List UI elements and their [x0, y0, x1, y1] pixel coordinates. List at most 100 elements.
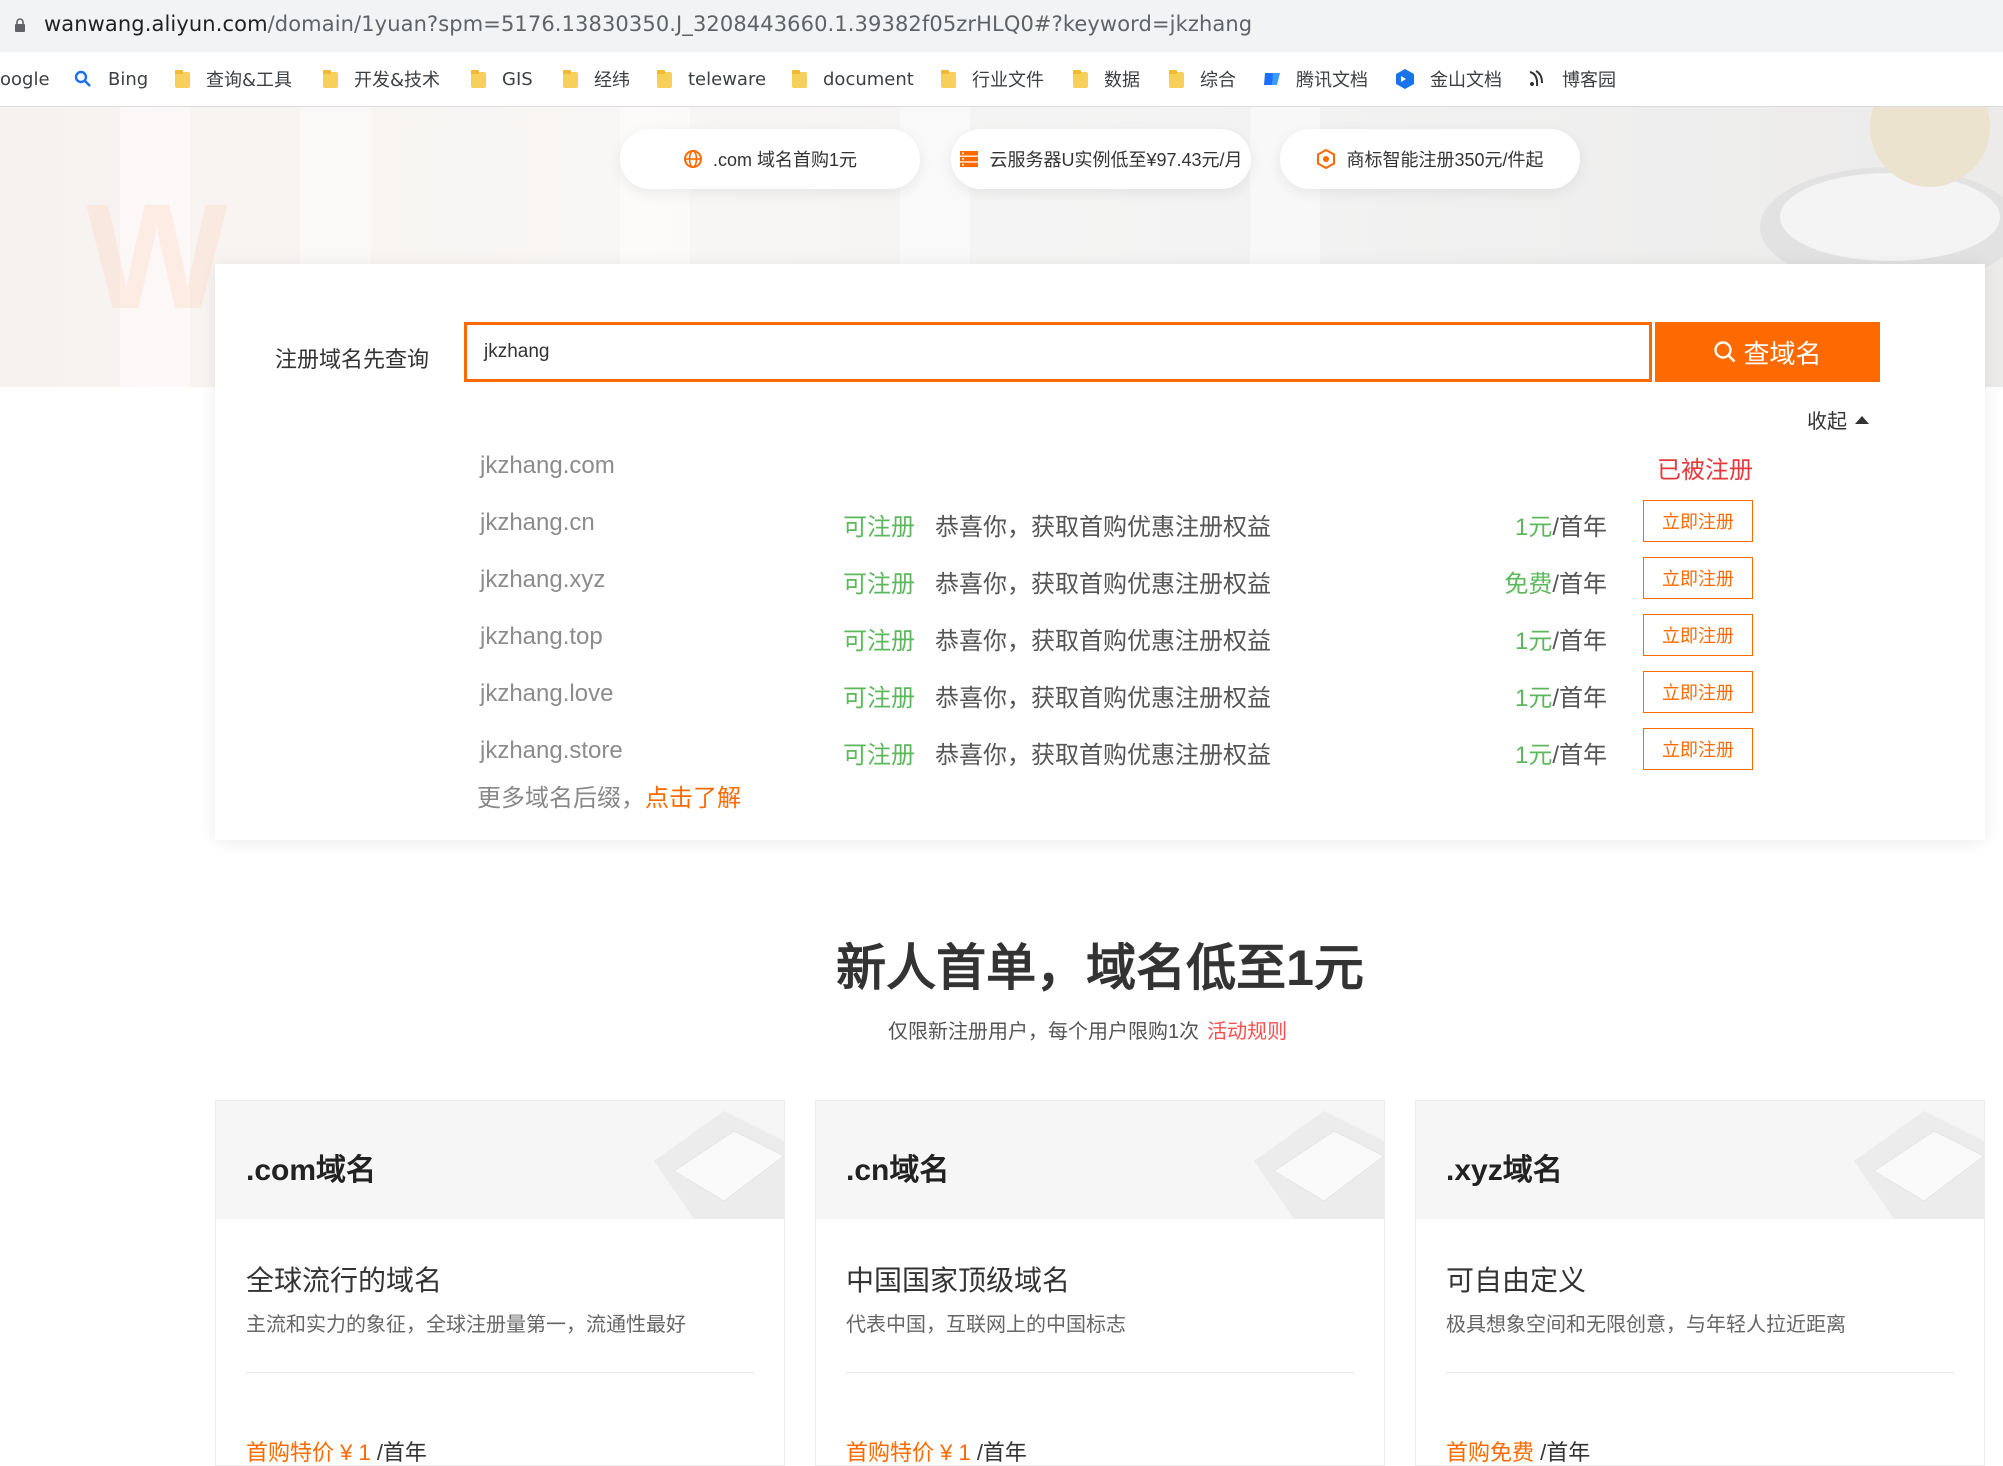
- result-available-status: 可注册: [843, 514, 915, 541]
- result-domain: jkzhang.top: [480, 623, 603, 650]
- bookmark-folder-document[interactable]: document: [791, 52, 914, 106]
- promo-cloud-server[interactable]: 云服务器U实例低至¥97.43元/月: [951, 129, 1251, 189]
- result-row: jkzhang.cn 可注册 恭喜你，获取首购优惠注册权益 1元/首年 立即注册: [215, 495, 1985, 551]
- result-domain: jkzhang.love: [480, 680, 614, 707]
- bookmark-cnblogs[interactable]: 博客园: [1526, 52, 1616, 106]
- bookmarks-bar: oogle Bing 查询&工具 开发&技术 GIS 经纬 teleware d…: [0, 52, 2003, 107]
- bookmark-kingsoft-docs[interactable]: 金山文档: [1394, 52, 1502, 106]
- result-price: 1元/首年: [1514, 628, 1607, 655]
- card-header: .cn域名: [816, 1101, 1384, 1219]
- result-available-status: 可注册: [843, 685, 915, 712]
- card-name: 可自由定义: [1446, 1265, 1587, 1296]
- folder-icon: [791, 69, 809, 89]
- card-price: 首购特价 ¥ 1 /首年: [246, 1440, 427, 1465]
- url-text[interactable]: wanwang.aliyun.com/domain/1yuan?spm=5176…: [44, 12, 1252, 36]
- folder-icon: [174, 69, 192, 89]
- cnblogs-icon: [1529, 70, 1543, 87]
- hero-watermark: W: [86, 172, 228, 340]
- lock-icon: [15, 18, 25, 32]
- card-divider: [1446, 1372, 1954, 1373]
- register-now-button[interactable]: 立即注册: [1643, 500, 1753, 542]
- result-row: jkzhang.store 可注册 恭喜你，获取首购优惠注册权益 1元/首年 立…: [215, 723, 1985, 779]
- card-description: 主流和实力的象征，全球注册量第一，流通性最好: [246, 1314, 686, 1336]
- caret-up-icon: [1855, 415, 1869, 424]
- result-message: 恭喜你，获取首购优惠注册权益: [935, 742, 1271, 769]
- folder-icon: [470, 69, 488, 89]
- globe-icon: [683, 150, 702, 168]
- result-domain: jkzhang.cn: [480, 509, 595, 536]
- result-price: 1元/首年: [1514, 685, 1607, 712]
- domain-card-cn[interactable]: .cn域名 中国国家顶级域名 代表中国，互联网上的中国标志 首购特价 ¥ 1 /…: [815, 1100, 1385, 1466]
- result-message: 恭喜你，获取首购优惠注册权益: [935, 571, 1271, 598]
- card-description: 极具想象空间和无限创意，与年轻人拉近距离: [1446, 1314, 1846, 1336]
- card-header: .xyz域名: [1416, 1101, 1984, 1219]
- result-row: jkzhang.xyz 可注册 恭喜你，获取首购优惠注册权益 免费/首年 立即注…: [215, 552, 1985, 608]
- bookmark-folder-dev[interactable]: 开发&技术: [322, 52, 440, 106]
- bookmark-bing[interactable]: Bing: [74, 52, 148, 106]
- domain-search-panel: 注册域名先查询 jkzhang 查域名 收起 jkzhang.com 已被注册 …: [215, 264, 1985, 840]
- result-taken-status: 已被注册: [1657, 457, 1753, 484]
- result-domain: jkzhang.xyz: [480, 566, 606, 593]
- folder-icon: [322, 69, 340, 89]
- result-message: 恭喜你，获取首购优惠注册权益: [935, 628, 1271, 655]
- folder-icon: [562, 69, 580, 89]
- register-now-button[interactable]: 立即注册: [1643, 728, 1753, 770]
- activity-rules-link[interactable]: 活动规则: [1207, 1021, 1287, 1043]
- card-decoration-image: [1854, 1111, 1984, 1219]
- card-header: .com域名: [216, 1101, 784, 1219]
- tencent-docs-icon: [1264, 73, 1280, 85]
- search-label: 注册域名先查询: [275, 347, 430, 372]
- result-row: jkzhang.love 可注册 恭喜你，获取首购优惠注册权益 1元/首年 立即…: [215, 666, 1985, 722]
- bookmark-folder-industry[interactable]: 行业文件: [940, 52, 1044, 106]
- bookmark-folder-gis[interactable]: GIS: [470, 52, 533, 106]
- more-suffixes: 更多域名后缀，点击了解: [477, 785, 741, 812]
- card-title: .xyz域名: [1446, 1154, 1563, 1187]
- card-description: 代表中国，互联网上的中国标志: [846, 1314, 1126, 1336]
- card-decoration-image: [654, 1111, 784, 1219]
- card-name: 全球流行的域名: [246, 1265, 443, 1296]
- bookmark-folder-data[interactable]: 数据: [1072, 52, 1140, 106]
- result-domain: jkzhang.store: [480, 737, 623, 764]
- result-available-status: 可注册: [843, 742, 915, 769]
- promo-trademark[interactable]: 商标智能注册350元/件起: [1280, 129, 1580, 189]
- bookmark-folder-jingwei[interactable]: 经纬: [562, 52, 630, 106]
- register-now-button[interactable]: 立即注册: [1643, 671, 1753, 713]
- folder-icon: [1072, 69, 1090, 89]
- register-now-button[interactable]: 立即注册: [1643, 614, 1753, 656]
- bookmark-folder-general[interactable]: 综合: [1168, 52, 1236, 106]
- result-row: jkzhang.com 已被注册: [215, 438, 1985, 494]
- card-divider: [246, 1372, 754, 1373]
- result-price: 1元/首年: [1514, 742, 1607, 769]
- promo-com-domain[interactable]: .com 域名首购1元: [620, 129, 920, 189]
- card-price: 首购免费 /首年: [1446, 1440, 1591, 1465]
- address-bar[interactable]: wanwang.aliyun.com/domain/1yuan?spm=5176…: [0, 0, 2003, 52]
- server-icon: [960, 151, 979, 168]
- search-icon: [74, 70, 91, 87]
- result-message: 恭喜你，获取首购优惠注册权益: [935, 514, 1271, 541]
- search-domain-button[interactable]: 查域名: [1655, 322, 1880, 382]
- folder-icon: [1168, 69, 1186, 89]
- result-row: jkzhang.top 可注册 恭喜你，获取首购优惠注册权益 1元/首年 立即注…: [215, 609, 1985, 665]
- card-title: .cn域名: [846, 1154, 950, 1187]
- domain-search-input[interactable]: jkzhang: [464, 322, 1652, 382]
- card-decoration-image: [1254, 1111, 1384, 1219]
- domain-card-com[interactable]: .com域名 全球流行的域名 主流和实力的象征，全球注册量第一，流通性最好 首购…: [215, 1100, 785, 1466]
- trademark-icon: [1317, 149, 1336, 169]
- bookmark-folder-teleware[interactable]: teleware: [656, 52, 766, 106]
- card-price: 首购特价 ¥ 1 /首年: [846, 1440, 1027, 1465]
- kingsoft-docs-icon: [1396, 69, 1414, 89]
- result-message: 恭喜你，获取首购优惠注册权益: [935, 685, 1271, 712]
- result-price: 免费/首年: [1504, 571, 1607, 598]
- search-icon: [1714, 341, 1736, 363]
- result-domain: jkzhang.com: [480, 452, 615, 479]
- folder-icon: [940, 69, 958, 89]
- bookmark-google[interactable]: oogle: [0, 52, 50, 106]
- domain-card-xyz[interactable]: .xyz域名 可自由定义 极具想象空间和无限创意，与年轻人拉近距离 首购免费 /…: [1415, 1100, 1985, 1466]
- bookmark-tencent-docs[interactable]: 腾讯文档: [1262, 52, 1368, 106]
- result-available-status: 可注册: [843, 628, 915, 655]
- bookmark-folder-tools[interactable]: 查询&工具: [174, 52, 292, 106]
- collapse-toggle[interactable]: 收起: [1807, 405, 1869, 434]
- register-now-button[interactable]: 立即注册: [1643, 557, 1753, 599]
- result-available-status: 可注册: [843, 571, 915, 598]
- learn-more-link[interactable]: 点击了解: [645, 785, 741, 812]
